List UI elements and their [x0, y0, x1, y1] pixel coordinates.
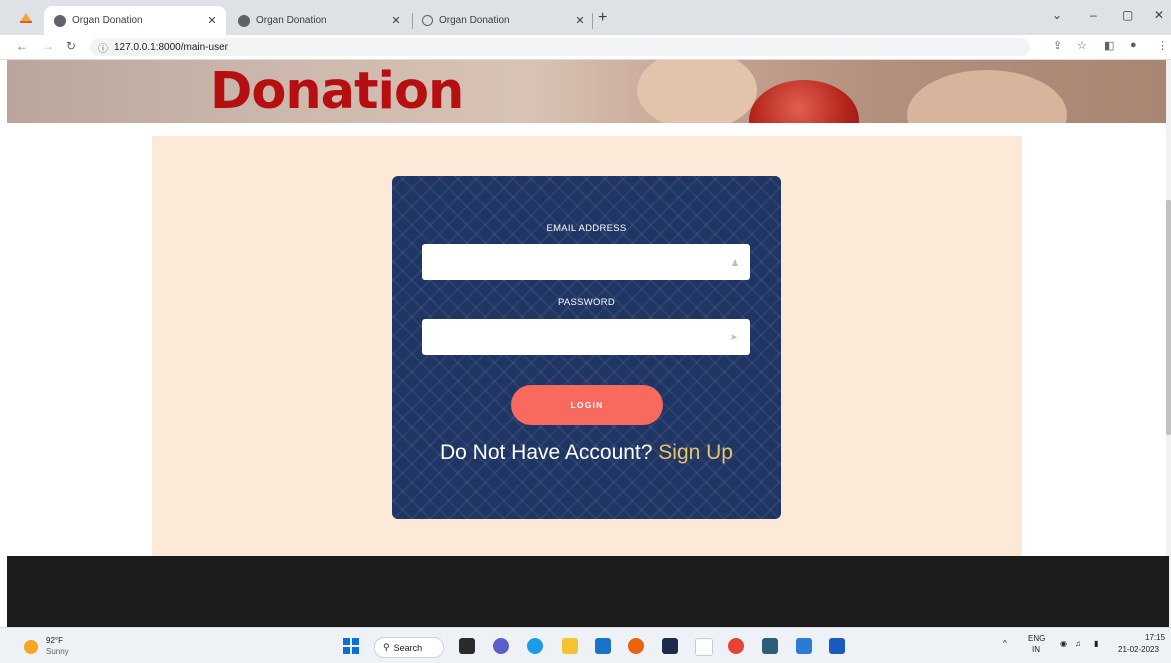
tab-title: Organ Donation [256, 15, 327, 26]
sublime-icon[interactable] [762, 638, 778, 654]
email-label: EMAIL ADDRESS [546, 223, 627, 234]
chrome-icon[interactable] [728, 638, 744, 654]
volume-icon[interactable]: ♫ [1075, 639, 1081, 648]
globe-icon [54, 14, 66, 27]
password-field[interactable] [422, 319, 750, 355]
back-icon[interactable]: ← [16, 39, 28, 53]
windows-taskbar: 92°F Sunny ⚲ Search ^ ENG IN ◉ ♫ ▮ 17:15… [0, 627, 1171, 663]
browser-tab[interactable]: Organ Donation ✕ [228, 6, 410, 35]
minimize-icon[interactable]: – [1090, 8, 1097, 22]
paper-plane-icon: ➤ [730, 332, 738, 342]
close-tab-icon[interactable]: ✕ [204, 14, 220, 27]
weather-desc[interactable]: Sunny [46, 647, 69, 656]
address-bar[interactable]: ⓘ 127.0.0.1:8000/main-user [90, 38, 1030, 56]
email-field[interactable] [422, 244, 750, 280]
weather-temp[interactable]: 92°F [46, 636, 63, 645]
edge-icon[interactable] [527, 638, 543, 654]
login-button[interactable]: LOGIN [511, 385, 663, 425]
vscode-icon[interactable] [796, 638, 812, 654]
battery-icon[interactable]: ▮ [1094, 639, 1098, 648]
browser-toolbar: ← → ↻ ⓘ 127.0.0.1:8000/main-user ⇪ ☆ ◧ ●… [0, 35, 1171, 60]
bookmark-star-icon[interactable]: ☆ [1077, 39, 1087, 52]
globe-icon [238, 14, 250, 27]
clock-time[interactable]: 17:15 [1145, 633, 1165, 642]
banner-title: Donation [210, 62, 464, 121]
signup-prompt-text: Do Not Have Account? [439, 441, 653, 464]
tab-title: Organ Donation [72, 15, 143, 26]
region-label[interactable]: IN [1032, 645, 1040, 654]
close-tab-icon[interactable]: ✕ [572, 14, 588, 27]
restore-icon[interactable]: ▢ [1122, 8, 1133, 22]
file-explorer-icon[interactable] [562, 638, 578, 654]
browser-tab[interactable]: Organ Donation ✕ [412, 6, 594, 35]
user-icon: ♟ [731, 258, 740, 268]
hands-image [637, 60, 757, 123]
clock-date[interactable]: 21-02-2023 [1118, 645, 1159, 654]
hands-image [907, 70, 1067, 123]
show-hidden-icons[interactable]: ^ [1003, 639, 1007, 648]
side-panel-icon[interactable]: ◧ [1104, 39, 1114, 52]
store-icon[interactable] [595, 638, 611, 654]
tab-list-icon[interactable]: ⌄ [1052, 8, 1062, 22]
browser-tab[interactable]: Organ Donation ✕ [44, 6, 226, 35]
reload-icon[interactable]: ↻ [66, 39, 76, 53]
page-footer [7, 556, 1169, 627]
new-tab-icon[interactable]: + [598, 9, 607, 27]
chat-icon[interactable] [493, 638, 509, 654]
taskbar-search[interactable]: ⚲ Search [374, 637, 444, 658]
close-tab-icon[interactable]: ✕ [388, 14, 404, 27]
signup-prompt: Do Not Have Account? Sign Up [392, 441, 781, 465]
forward-icon[interactable]: → [42, 39, 54, 53]
hero-banner: Donation [7, 60, 1169, 123]
loading-icon [422, 15, 433, 26]
task-view-icon[interactable] [459, 638, 475, 654]
signup-link[interactable]: Sign Up [658, 441, 733, 464]
password-label: PASSWORD [557, 297, 616, 308]
search-icon: ⚲ [383, 642, 390, 652]
language-label[interactable]: ENG [1028, 634, 1045, 643]
dropbox-icon[interactable] [662, 638, 678, 654]
amazon-icon[interactable] [695, 638, 713, 656]
site-info-icon[interactable]: ⓘ [98, 40, 108, 55]
scrollbar-thumb[interactable] [1166, 200, 1171, 435]
word-icon[interactable] [829, 638, 845, 654]
firefox-icon[interactable] [628, 638, 644, 654]
taskbar-search-label: Search [393, 642, 423, 653]
sun-icon[interactable] [24, 640, 38, 654]
wifi-icon[interactable]: ◉ [1060, 639, 1067, 648]
share-icon[interactable]: ⇪ [1053, 39, 1062, 52]
windows-start-icon[interactable] [343, 638, 359, 654]
url-text: 127.0.0.1:8000/main-user [114, 41, 228, 53]
tab-title: Organ Donation [439, 15, 510, 26]
tab-separator [592, 13, 593, 29]
close-window-icon[interactable]: ✕ [1154, 8, 1164, 22]
browser-tab-bar: Organ Donation ✕ Organ Donation ✕ Organ … [0, 0, 1171, 35]
tab-search-icon[interactable] [18, 10, 34, 24]
heart-image [749, 80, 859, 123]
login-card: EMAIL ADDRESS ♟ PASSWORD ➤ LOGIN Do Not … [392, 176, 781, 519]
profile-icon[interactable]: ● [1130, 39, 1137, 51]
menu-icon[interactable]: ⋮ [1157, 39, 1168, 52]
